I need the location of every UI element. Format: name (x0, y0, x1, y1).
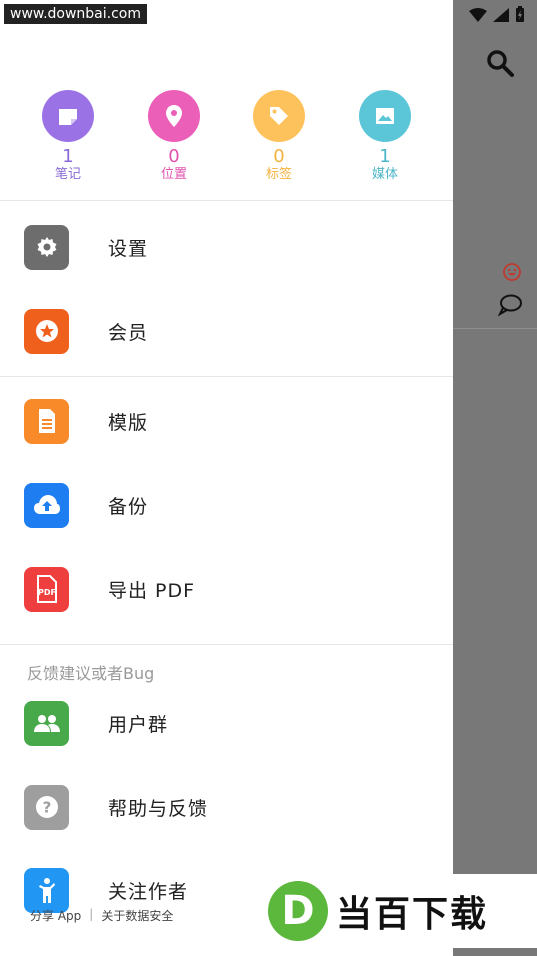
stat-locations[interactable]: 0 位置 (144, 90, 204, 183)
stat-value: 1 (379, 146, 391, 167)
menu-item-settings[interactable]: 设置 (0, 205, 453, 289)
menu-item-membership[interactable]: 会员 (0, 289, 453, 373)
svg-text:PDF: PDF (38, 588, 56, 597)
stat-label: 笔记 (54, 167, 81, 182)
menu-item-label: 关注作者 (108, 880, 189, 903)
stat-label: 媒体 (371, 167, 398, 182)
menu-item-label: 用户群 (108, 713, 169, 736)
menu-item-help-feedback[interactable]: ? 帮助与反馈 (0, 765, 453, 849)
drawer-footer: 分享 App | 关于数据安全 (30, 907, 173, 924)
signal-icon (493, 7, 509, 26)
menu-item-templates[interactable]: 模版 (0, 379, 453, 463)
group-icon (24, 700, 69, 746)
cloud-upload-icon (24, 482, 69, 528)
note-icon (42, 90, 94, 142)
image-icon (359, 90, 411, 142)
logo-mark: D (268, 881, 328, 941)
menu-item-backup[interactable]: 备份 (0, 463, 453, 547)
stat-value: 0 (168, 146, 180, 167)
stat-label: 标签 (265, 167, 292, 182)
logo-text: 当百下载 (336, 894, 489, 935)
menu-item-user-group[interactable]: 用户群 (0, 681, 453, 765)
comment-icon (497, 293, 523, 321)
menu-item-label: 会员 (108, 321, 149, 344)
menu-item-export-pdf[interactable]: PDF 导出 PDF (0, 547, 453, 631)
help-icon: ? (24, 784, 69, 830)
tag-icon (253, 90, 305, 142)
background-divider (453, 328, 537, 329)
stat-value: 1 (62, 146, 74, 167)
search-icon[interactable] (485, 48, 515, 82)
person-icon (24, 867, 69, 913)
share-app-link[interactable]: 分享 App (30, 907, 81, 924)
menu-item-label: 导出 PDF (108, 579, 196, 602)
site-watermark: www.downbai.com (4, 4, 147, 24)
site-logo-watermark: D 当百下载 (262, 874, 537, 948)
stat-tags[interactable]: 0 标签 (249, 90, 309, 183)
document-icon (24, 398, 69, 444)
stat-value: 0 (273, 146, 285, 167)
emoji-icon (502, 262, 522, 286)
divider (0, 644, 453, 645)
footer-separator: | (89, 907, 94, 921)
wifi-icon (469, 7, 487, 26)
stat-notes[interactable]: 1 笔记 (38, 90, 98, 183)
svg-text:?: ? (42, 799, 51, 817)
navigation-drawer: www.downbai.com 1 笔记 0 位置 0 标签 1 媒体 设置 会… (0, 0, 453, 956)
pdf-icon: PDF (24, 566, 69, 612)
data-security-link[interactable]: 关于数据安全 (101, 907, 173, 924)
menu-item-label: 帮助与反馈 (108, 797, 209, 820)
background-app-overlay[interactable] (453, 0, 537, 956)
divider (0, 376, 453, 377)
menu-item-label: 设置 (108, 237, 149, 260)
stats-row: 1 笔记 0 位置 0 标签 1 媒体 (0, 90, 453, 190)
stat-media[interactable]: 1 媒体 (355, 90, 415, 183)
status-bar (469, 6, 525, 26)
location-pin-icon (148, 90, 200, 142)
menu-item-label: 模版 (108, 411, 149, 434)
gear-icon (24, 224, 69, 270)
menu-item-label: 备份 (108, 495, 149, 518)
divider (0, 200, 453, 201)
star-badge-icon (24, 308, 69, 354)
battery-icon (515, 6, 525, 26)
stat-label: 位置 (160, 167, 187, 182)
